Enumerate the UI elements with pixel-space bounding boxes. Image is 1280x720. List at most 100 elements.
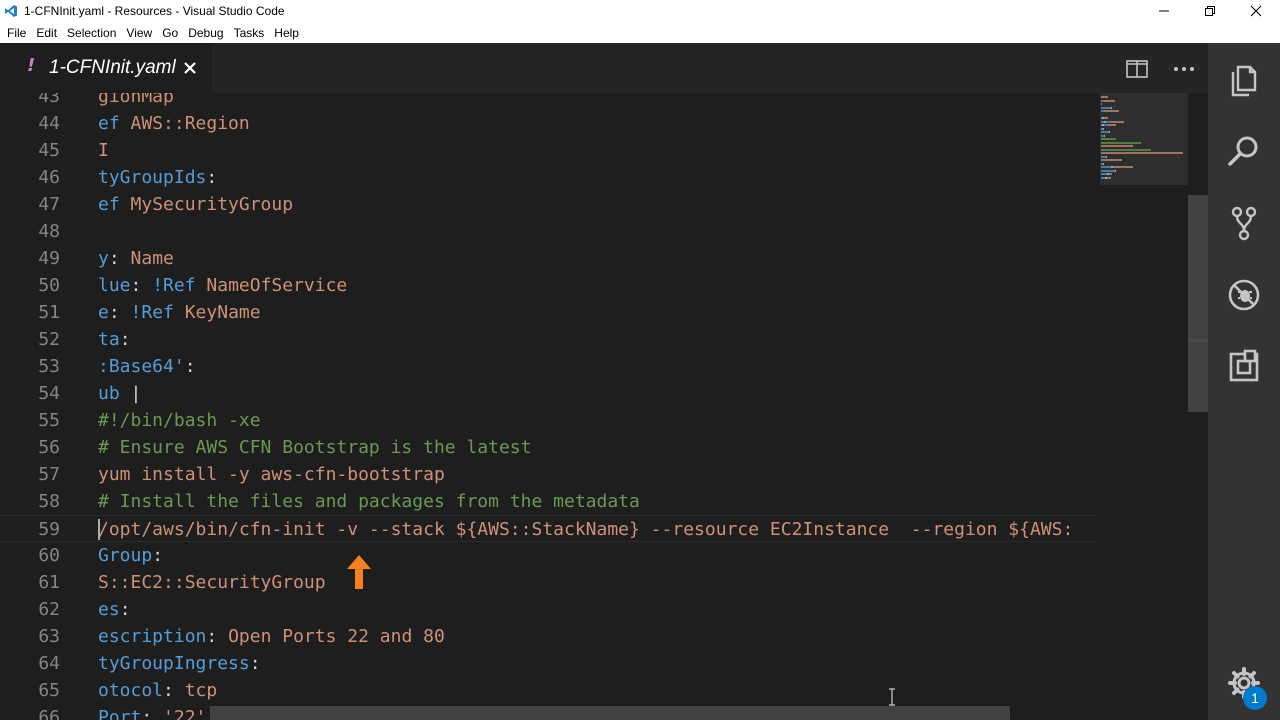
code-line-59[interactable]: 59/opt/aws/bin/cfn-init -v --stack ${AWS… [0,515,1097,542]
minimap-line [1109,131,1110,133]
code-token: :Base64' [98,356,185,377]
code-line-52[interactable]: 52 ta: [0,326,1097,353]
line-number[interactable]: 45 [0,137,60,164]
code-line-54[interactable]: 54 ub | [0,380,1097,407]
menu-go[interactable]: Go [157,26,183,40]
line-number[interactable]: 58 [0,488,60,515]
line-number[interactable]: 51 [0,299,60,326]
code-line-60[interactable]: 60 Group: [0,542,1097,569]
code-line-62[interactable]: 62 es: [0,596,1097,623]
code-text[interactable]: Group: [98,542,163,569]
code-line-48[interactable]: 48 [0,218,1097,245]
code-line-44[interactable]: 44 ef AWS::Region [0,110,1097,137]
minimap[interactable] [1097,93,1188,720]
line-number[interactable]: 66 [0,704,60,720]
code-line-61[interactable]: 61 S::EC2::SecurityGroup [0,569,1097,596]
line-number[interactable]: 44 [0,110,60,137]
search-button[interactable] [1226,133,1262,169]
line-number[interactable]: 48 [0,218,60,245]
menu-selection[interactable]: Selection [62,26,121,40]
code-text[interactable]: tyGroupIds: [98,164,217,191]
code-text[interactable]: es: [98,596,131,623]
code-text[interactable]: #!/bin/bash -xe [98,407,261,434]
code-text[interactable]: # Ensure AWS CFN Bootstrap is the latest [98,434,531,461]
code-token: | [130,383,142,404]
minimap-line [1107,176,1111,179]
code-line-56[interactable]: 56 # Ensure AWS CFN Bootstrap is the late… [0,434,1097,461]
code-text[interactable]: e: !Ref KeyName [98,299,261,326]
code-text[interactable]: S::EC2::SecurityGroup [98,569,326,596]
code-text[interactable]: ef AWS::Region [98,110,250,137]
more-actions-button[interactable] [1173,58,1195,80]
code-text[interactable]: escription: Open Ports 22 and 80 [98,623,445,650]
code-text[interactable]: ta: [98,326,131,353]
line-number[interactable]: 46 [0,164,60,191]
code-text[interactable]: /opt/aws/bin/cfn-init -v --stack ${AWS::… [98,516,1073,543]
menu-tasks[interactable]: Tasks [229,26,270,40]
code-line-55[interactable]: 55 #!/bin/bash -xe [0,407,1097,434]
code-line-63[interactable]: 63 escription: Open Ports 22 and 80 [0,623,1097,650]
code-editor[interactable]: 43 gionMap44 ef AWS::Region45 I46 tyGroupIds… [0,93,1097,720]
code-text[interactable]: otocol: tcp [98,677,217,704]
code-text[interactable]: y: Name [98,245,174,272]
line-number[interactable]: 50 [0,272,60,299]
split-editor-button[interactable] [1126,58,1148,80]
code-text[interactable]: lue: !Ref NameOfService [98,272,347,299]
line-number[interactable]: 62 [0,596,60,623]
line-number[interactable]: 55 [0,407,60,434]
line-number[interactable]: 47 [0,191,60,218]
code-line-64[interactable]: 64 tyGroupIngress: [0,650,1097,677]
minimize-button[interactable] [1141,0,1187,22]
code-text[interactable]: :Base64': [98,353,196,380]
line-number[interactable]: 57 [0,461,60,488]
line-number[interactable]: 63 [0,623,60,650]
menu-debug[interactable]: Debug [183,26,228,40]
code-line-58[interactable]: 58 # Install the files and packages from … [0,488,1097,515]
code-text[interactable]: ub | [98,380,141,407]
menu-edit[interactable]: Edit [31,26,62,40]
code-line-51[interactable]: 51 e: !Ref KeyName [0,299,1097,326]
code-line-65[interactable]: 65 otocol: tcp [0,677,1097,704]
vertical-scrollbar-thumb[interactable] [1188,195,1208,412]
code-line-50[interactable]: 50 lue: !Ref NameOfService [0,272,1097,299]
menu-file[interactable]: File [2,26,31,40]
horizontal-scrollbar-thumb[interactable] [210,706,1010,720]
code-line-46[interactable]: 46 tyGroupIds: [0,164,1097,191]
line-number[interactable]: 56 [0,434,60,461]
line-number[interactable]: 52 [0,326,60,353]
restore-icon [1205,6,1215,16]
close-icon[interactable] [182,60,198,76]
explorer-button[interactable] [1226,61,1262,97]
line-number[interactable]: 54 [0,380,60,407]
code-text[interactable]: I [98,137,109,164]
debug-button[interactable] [1226,277,1262,313]
line-number[interactable]: 64 [0,650,60,677]
code-text[interactable]: Port: '22' [98,704,206,720]
menu-view[interactable]: View [121,26,157,40]
close-window-button[interactable] [1233,0,1279,22]
line-number[interactable]: 49 [0,245,60,272]
text-cursor-icon [889,688,895,706]
menu-help[interactable]: Help [269,26,304,40]
code-text[interactable]: yum install -y aws-cfn-bootstrap [98,461,445,488]
line-number[interactable]: 65 [0,677,60,704]
line-number[interactable]: 53 [0,353,60,380]
code-text[interactable]: gionMap [98,93,174,110]
code-text[interactable]: ef MySecurityGroup [98,191,293,218]
code-text[interactable]: # Install the files and packages from th… [98,488,640,515]
line-number[interactable]: 59 [0,516,60,543]
source-control-button[interactable] [1226,205,1262,241]
code-text[interactable]: tyGroupIngress: [98,650,261,677]
code-line-49[interactable]: 49 y: Name [0,245,1097,272]
extensions-button[interactable] [1226,349,1262,385]
restore-button[interactable] [1187,0,1233,22]
code-line-45[interactable]: 45 I [0,137,1097,164]
code-line-57[interactable]: 57 yum install -y aws-cfn-bootstrap [0,461,1097,488]
code-line-53[interactable]: 53 :Base64': [0,353,1097,380]
code-line-43[interactable]: 43 gionMap [0,93,1097,110]
line-number[interactable]: 61 [0,569,60,596]
line-number[interactable]: 60 [0,542,60,569]
tab-1-cfninit-yaml[interactable]: ! 1-CFNInit.yaml [0,43,212,93]
line-number[interactable]: 43 [0,93,60,110]
code-line-47[interactable]: 47 ef MySecurityGroup [0,191,1097,218]
